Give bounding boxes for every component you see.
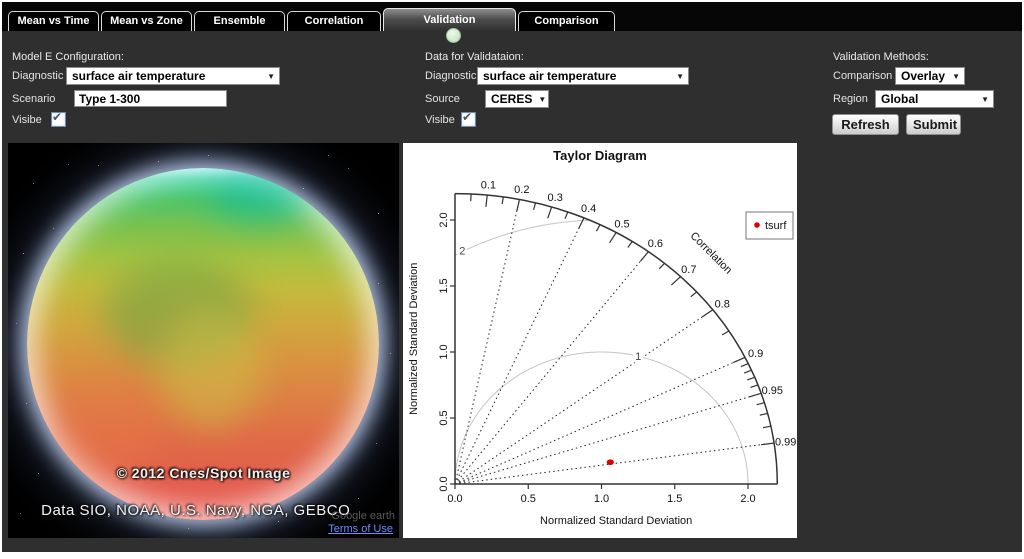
tab-validation[interactable]: Validation	[383, 8, 516, 31]
region-label: Region	[833, 93, 868, 105]
model-diagnostic-select[interactable]: surface air temperature ▼	[66, 67, 280, 85]
terms-of-use-link[interactable]: Terms of Use	[328, 523, 393, 535]
comparison-label: Comparison	[833, 70, 892, 82]
correlation-rays	[455, 199, 774, 484]
globe-copyright: © 2012 Cnes/Spot Image	[8, 465, 399, 481]
svg-text:0.0: 0.0	[438, 476, 450, 491]
data-visible-checkbox[interactable]	[461, 112, 476, 127]
globe-panel: © 2012 Cnes/Spot Image Data SIO, NOAA, U…	[8, 143, 399, 538]
region-value: Global	[881, 92, 918, 106]
svg-text:1.5: 1.5	[438, 278, 450, 293]
status-indicator-icon	[446, 28, 461, 43]
y-axis-title: Normalized Standard Deviation	[408, 263, 420, 415]
data-visible-label: Visibe	[425, 114, 455, 126]
tab-bar: Mean vs Time Mean vs Zone Ensemble Corre…	[2, 2, 1022, 31]
legend-marker-icon	[754, 222, 760, 228]
validation-data-heading: Data for Validataion:	[425, 51, 524, 63]
tab-comparison[interactable]: Comparison	[518, 11, 615, 31]
svg-text:1.0: 1.0	[438, 344, 450, 359]
validation-methods-heading: Validation Methods:	[833, 51, 929, 63]
chevron-down-icon: ▼	[538, 95, 546, 104]
rms-arc-label: 2	[459, 245, 465, 257]
chevron-down-icon: ▼	[981, 95, 989, 104]
series-point-tsurf	[607, 459, 614, 465]
rms-arc-label: 1	[635, 351, 641, 363]
tab-mean-vs-time[interactable]: Mean vs Time	[8, 11, 99, 31]
globe-attribution: Data SIO, NOAA, U.S. Navy, NGA, GEBCO	[8, 502, 383, 519]
starfield	[8, 143, 9, 144]
model-visible-checkbox[interactable]	[51, 112, 66, 127]
svg-text:0.5: 0.5	[614, 218, 629, 230]
model-diagnostic-value: surface air temperature	[72, 69, 205, 83]
rms-arcs	[455, 220, 748, 484]
globe-teal-patch	[210, 172, 309, 221]
correlation-arc	[455, 194, 777, 484]
model-config-heading: Model E Configuration:	[12, 51, 124, 63]
svg-text:2.0: 2.0	[740, 493, 755, 505]
source-label: Source	[425, 93, 460, 105]
refresh-button[interactable]: Refresh	[832, 114, 899, 135]
app-window: Mean vs Time Mean vs Zone Ensemble Corre…	[2, 2, 1022, 552]
svg-text:0.1: 0.1	[481, 180, 496, 192]
svg-text:0.4: 0.4	[581, 203, 596, 215]
svg-text:0.0: 0.0	[447, 493, 462, 505]
svg-text:0.2: 0.2	[514, 184, 529, 196]
data-diagnostic-label: Diagnostic	[425, 70, 476, 82]
tab-correlation[interactable]: Correlation	[287, 11, 381, 31]
tab-ensemble[interactable]: Ensemble	[194, 11, 285, 31]
source-value: CERES	[491, 92, 532, 106]
source-select[interactable]: CERES ▼	[485, 90, 549, 108]
taylor-diagram: 0.10.20.30.40.50.60.70.80.90.950.99Corre…	[403, 143, 797, 538]
legend-label: tsurf	[765, 220, 787, 232]
svg-text:0.9: 0.9	[748, 348, 763, 360]
svg-text:0.99: 0.99	[775, 437, 796, 449]
svg-text:0.5: 0.5	[438, 410, 450, 425]
comparison-select[interactable]: Overlay ▼	[895, 67, 965, 85]
svg-text:0.7: 0.7	[681, 264, 696, 276]
svg-text:0.95: 0.95	[762, 385, 783, 397]
svg-text:1.5: 1.5	[667, 493, 682, 505]
submit-button[interactable]: Submit	[906, 114, 961, 135]
data-diagnostic-value: surface air temperature	[483, 69, 616, 83]
chart-legend: tsurf	[746, 212, 793, 239]
svg-text:0.5: 0.5	[521, 493, 536, 505]
svg-text:0.8: 0.8	[715, 298, 730, 310]
google-earth-watermark: Google earth	[331, 510, 395, 522]
svg-text:2.0: 2.0	[438, 212, 450, 227]
data-diagnostic-select[interactable]: surface air temperature ▼	[477, 67, 689, 85]
scenario-input[interactable]	[74, 90, 227, 107]
svg-text:0.6: 0.6	[648, 238, 663, 250]
data-points	[607, 459, 614, 465]
x-axis-title: Normalized Standard Deviation	[540, 515, 692, 527]
chevron-down-icon: ▼	[952, 72, 960, 81]
model-diagnostic-label: Diagnostic	[12, 70, 63, 82]
comparison-value: Overlay	[901, 69, 945, 83]
svg-text:1.0: 1.0	[594, 493, 609, 505]
globe-yellow-patch	[157, 309, 263, 429]
svg-text:0.3: 0.3	[548, 192, 563, 204]
chevron-down-icon: ▼	[676, 72, 684, 81]
tab-mean-vs-zone[interactable]: Mean vs Zone	[101, 11, 192, 31]
model-visible-label: Visibe	[12, 114, 42, 126]
chart-title: Taylor Diagram	[553, 148, 647, 163]
region-select[interactable]: Global ▼	[875, 90, 994, 108]
taylor-diagram-panel: 0.10.20.30.40.50.60.70.80.90.950.99Corre…	[403, 143, 797, 538]
chevron-down-icon: ▼	[267, 72, 275, 81]
scenario-label: Scenario	[12, 93, 55, 105]
